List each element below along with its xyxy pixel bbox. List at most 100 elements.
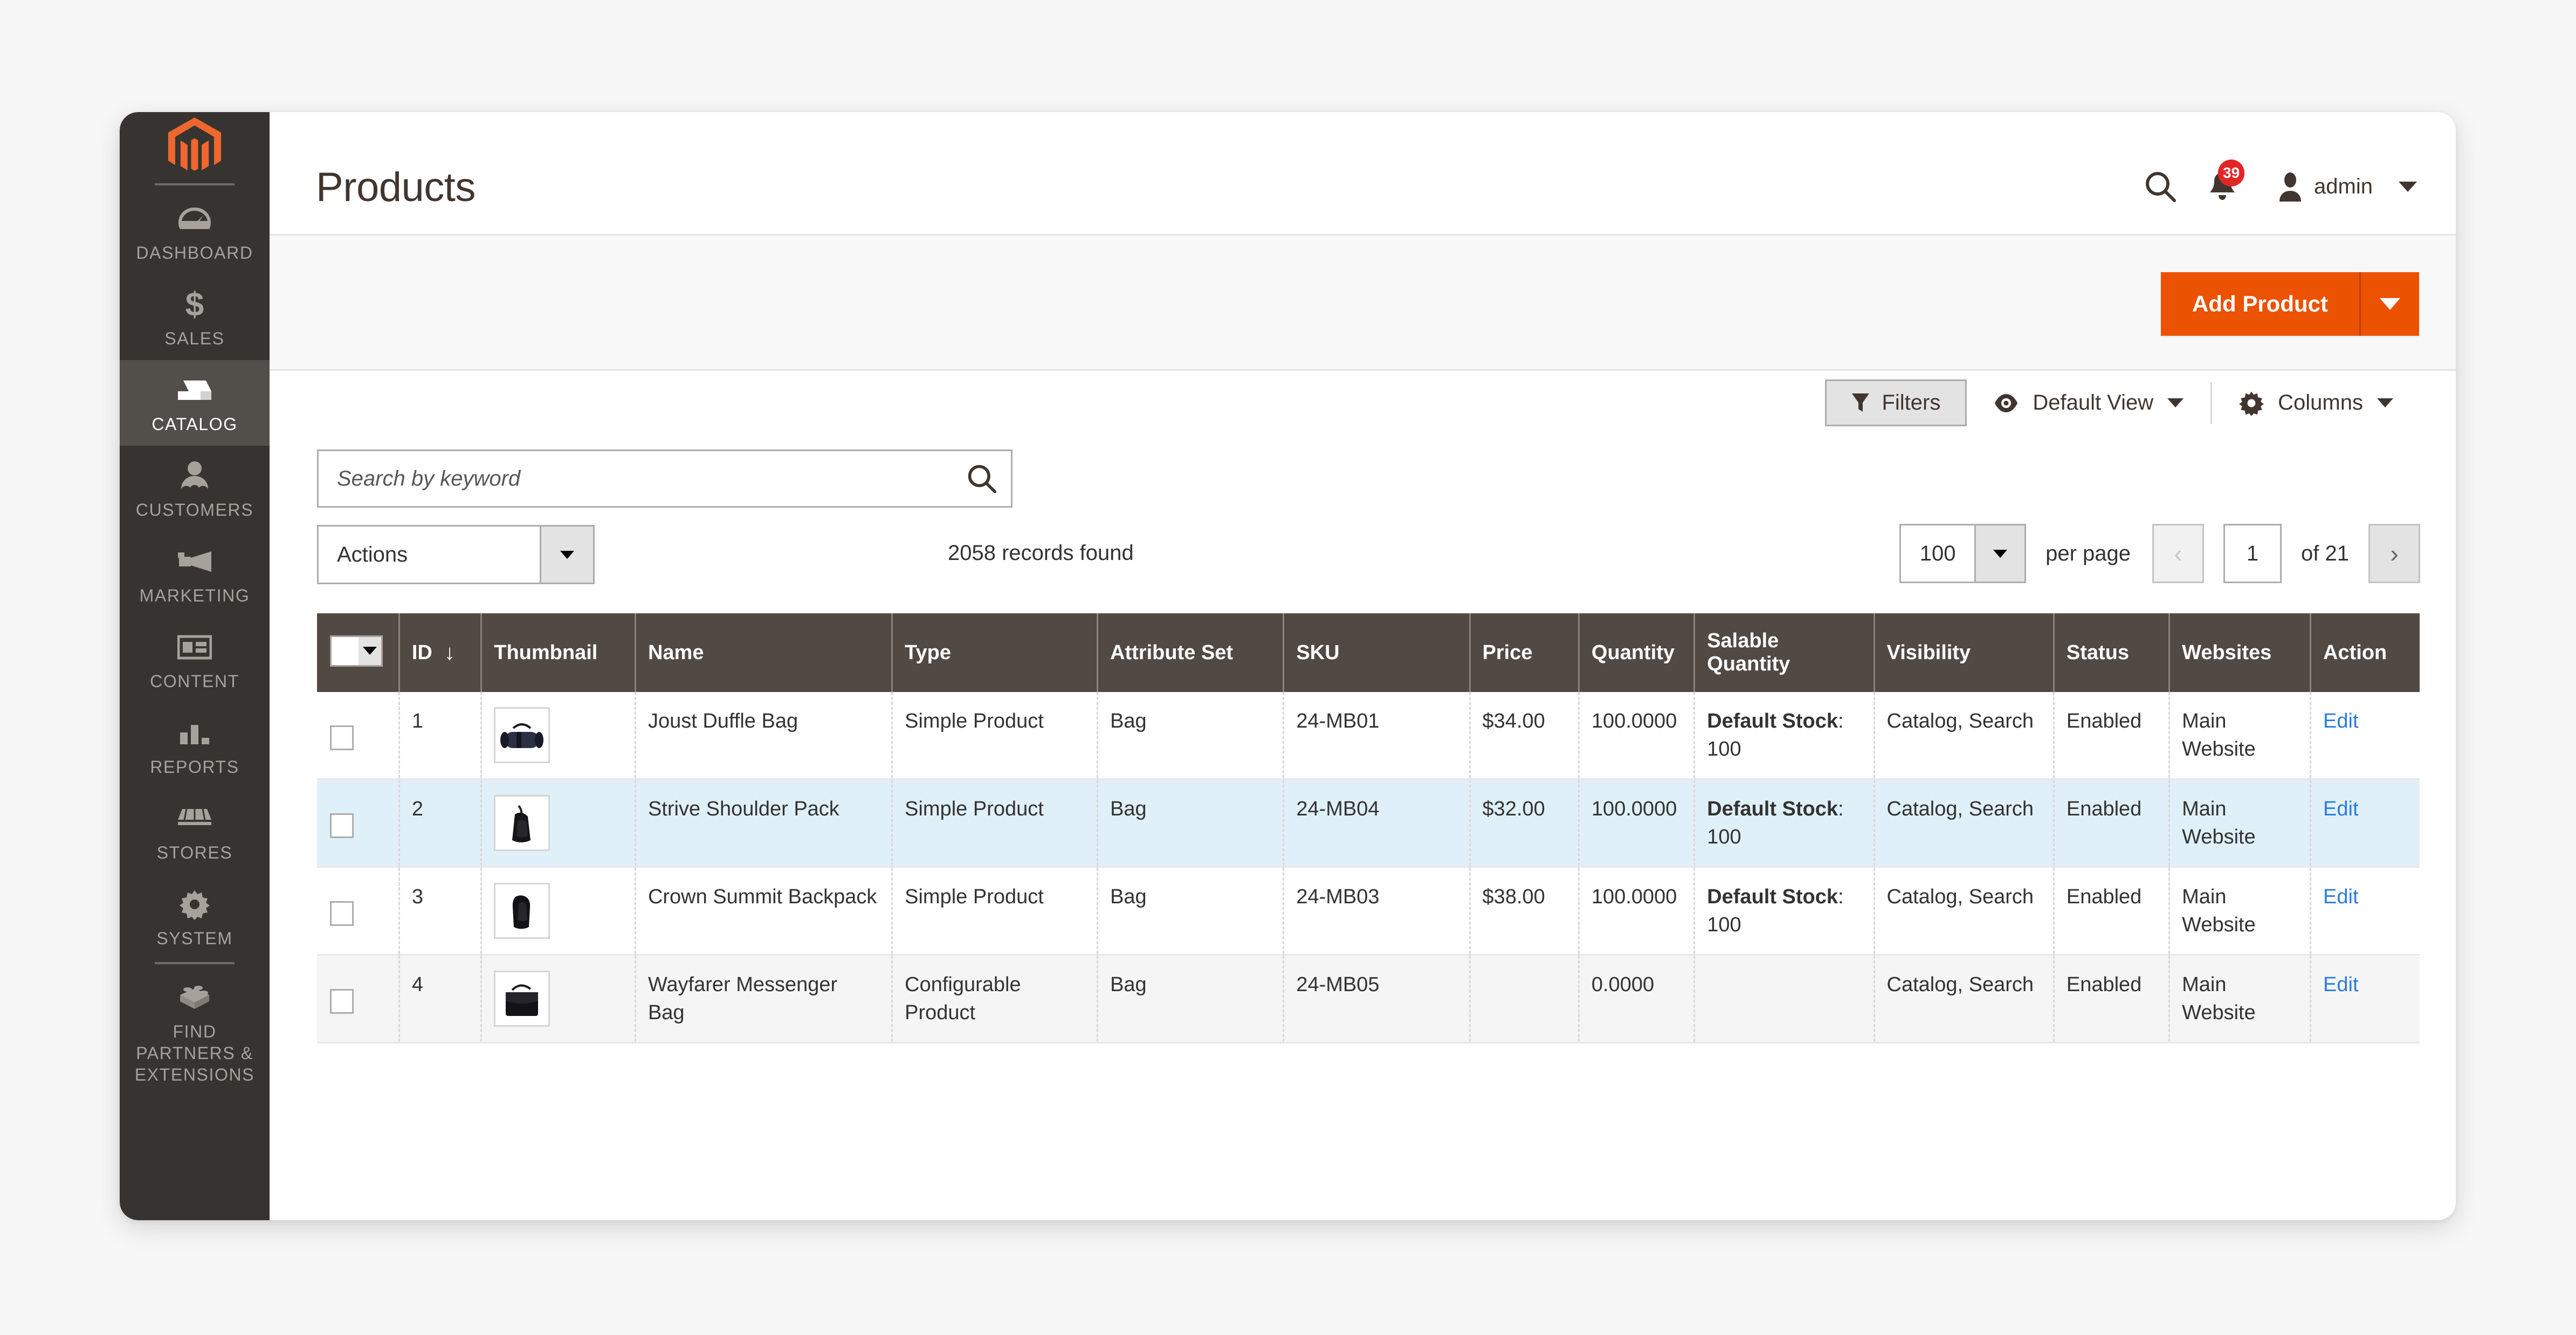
sidebar-item-stores[interactable]: Stores <box>120 788 270 874</box>
cell-websites: Main Website <box>2169 954 2312 1043</box>
user-menu[interactable]: admin <box>2277 171 2417 202</box>
sidebar-item-label: Catalog <box>151 414 238 434</box>
layout-icon <box>177 629 212 666</box>
default-view-button[interactable]: Default View <box>1967 391 2210 416</box>
edit-link[interactable]: Edit <box>2323 798 2358 820</box>
row-select-cell[interactable] <box>317 867 400 956</box>
sidebar-item-dashboard[interactable]: Dashboard <box>120 189 270 274</box>
records-found-label: 2058 records found <box>948 541 1134 565</box>
sidebar-item-label: Dashboard <box>136 243 253 262</box>
column-header-status[interactable]: Status <box>2054 613 2171 692</box>
sidebar-item-find-partners[interactable]: Find Partners & Extensions <box>120 967 270 1096</box>
dollar-icon: $ <box>182 286 207 323</box>
edit-link[interactable]: Edit <box>2323 886 2358 908</box>
row-checkbox[interactable] <box>330 813 354 838</box>
messenger-bag-thumbnail[interactable] <box>494 971 550 1027</box>
sidebar-item-reports[interactable]: Reports <box>120 703 270 788</box>
column-header-label: ID <box>411 641 432 664</box>
table-row[interactable]: 3 Crown Summit Backpack Simple Product B… <box>317 867 2420 956</box>
mass-actions-label: Actions <box>337 542 408 566</box>
sort-ascending-icon: ↓ <box>444 640 455 665</box>
select-all-control[interactable] <box>330 635 383 667</box>
column-header-type[interactable]: Type <box>892 613 1099 692</box>
column-header-salable-quantity[interactable]: Salable Quantity <box>1694 613 1875 692</box>
cell-websites: Main Website <box>2169 779 2312 868</box>
row-select-cell[interactable] <box>317 954 400 1043</box>
page-title: Products <box>316 164 476 210</box>
screen-canvas: Dashboard $ Sales Catalog Customers <box>0 0 2576 1335</box>
row-checkbox[interactable] <box>330 989 354 1014</box>
cell-price: $32.00 <box>1470 779 1580 868</box>
user-avatar-icon <box>2279 172 2302 202</box>
per-page-select[interactable]: 100 <box>1899 524 2027 583</box>
column-header-websites[interactable]: Websites <box>2169 613 2312 692</box>
columns-button[interactable]: Columns <box>2212 391 2420 416</box>
product-image <box>497 886 547 936</box>
notifications-button[interactable]: 39 <box>2190 160 2255 212</box>
stock-source-label: Default Stock <box>1707 886 1838 908</box>
select-all-checkbox[interactable] <box>332 637 359 665</box>
edit-link[interactable]: Edit <box>2323 973 2358 996</box>
sidebar-item-customers[interactable]: Customers <box>120 446 270 531</box>
user-name: admin <box>2314 174 2373 198</box>
global-search-button[interactable] <box>2131 161 2190 212</box>
column-header-thumbnail[interactable]: Thumbnail <box>481 613 636 692</box>
cell-salable-quantity: Default Stock: 100 <box>1694 867 1875 956</box>
people-icon <box>178 458 211 494</box>
duffle-bag-thumbnail[interactable] <box>494 707 550 763</box>
grid-toolbar: Filters Default View Columns <box>270 371 2456 442</box>
shoulder-pack-thumbnail[interactable] <box>494 795 550 851</box>
cell-quantity: 0.0000 <box>1579 954 1696 1043</box>
cell-name: Wayfarer Messenger Bag <box>635 954 893 1043</box>
column-header-action[interactable]: Action <box>2310 613 2420 692</box>
search-icon <box>968 465 997 494</box>
columns-label: Columns <box>2278 391 2363 414</box>
previous-page-button[interactable]: ‹ <box>2152 524 2205 583</box>
sidebar-item-label: Sales <box>164 329 225 348</box>
cell-thumbnail <box>481 692 636 780</box>
per-page-caret[interactable] <box>1974 525 2025 582</box>
column-header-sku[interactable]: SKU <box>1283 613 1471 692</box>
sidebar-item-content[interactable]: Content <box>120 617 270 703</box>
row-checkbox[interactable] <box>330 725 354 750</box>
column-header-visibility[interactable]: Visibility <box>1874 613 2055 692</box>
cell-id: 3 <box>399 867 483 956</box>
products-grid: ID ↓ Thumbnail Name Type Attribute Set S… <box>317 613 2420 1043</box>
sidebar-item-marketing[interactable]: Marketing <box>120 531 270 617</box>
row-checkbox[interactable] <box>330 901 354 926</box>
select-all-header[interactable] <box>317 613 400 692</box>
column-header-price[interactable]: Price <box>1470 613 1580 692</box>
mass-actions-select[interactable]: Actions <box>317 525 595 584</box>
row-select-cell[interactable] <box>317 779 400 868</box>
mass-actions-caret[interactable] <box>540 527 593 583</box>
search-input[interactable] <box>319 466 953 491</box>
table-row[interactable]: 1 Joust Duffle Bag Simple Product Bag 24… <box>317 692 2420 780</box>
table-row[interactable]: 2 Strive Shoulder Pack Simple Product Ba… <box>317 779 2420 868</box>
select-all-dropdown[interactable] <box>359 637 381 665</box>
cell-price: $34.00 <box>1470 692 1580 780</box>
sidebar-item-sales[interactable]: $ Sales <box>120 274 270 360</box>
column-header-quantity[interactable]: Quantity <box>1579 613 1696 692</box>
add-product-dropdown-toggle[interactable] <box>2359 272 2419 336</box>
stock-source-label: Default Stock <box>1707 798 1838 820</box>
sidebar-item-system[interactable]: System <box>120 874 270 960</box>
row-select-cell[interactable] <box>317 692 400 780</box>
edit-link[interactable]: Edit <box>2323 710 2358 732</box>
table-row[interactable]: 4 Wayfarer Messenger Bag Configurable Pr… <box>317 954 2420 1043</box>
magento-logo[interactable] <box>120 112 270 181</box>
next-page-button[interactable]: › <box>2368 524 2420 583</box>
filters-button[interactable]: Filters <box>1825 379 1967 426</box>
total-pages-label: of 21 <box>2301 541 2349 565</box>
add-product-button[interactable]: Add Product <box>2161 272 2359 336</box>
cell-name: Crown Summit Backpack <box>635 867 893 956</box>
cell-salable-quantity: Default Stock: 100 <box>1694 779 1875 868</box>
chevron-down-icon <box>2399 181 2417 192</box>
search-submit-button[interactable] <box>953 463 1011 494</box>
column-header-attribute-set[interactable]: Attribute Set <box>1097 613 1285 692</box>
sidebar-item-catalog[interactable]: Catalog <box>120 360 270 446</box>
column-header-name[interactable]: Name <box>635 613 893 692</box>
page-number-input[interactable] <box>2223 524 2282 583</box>
column-header-id[interactable]: ID ↓ <box>399 613 483 692</box>
backpack-thumbnail[interactable] <box>494 883 550 939</box>
cell-attribute-set: Bag <box>1097 954 1285 1043</box>
